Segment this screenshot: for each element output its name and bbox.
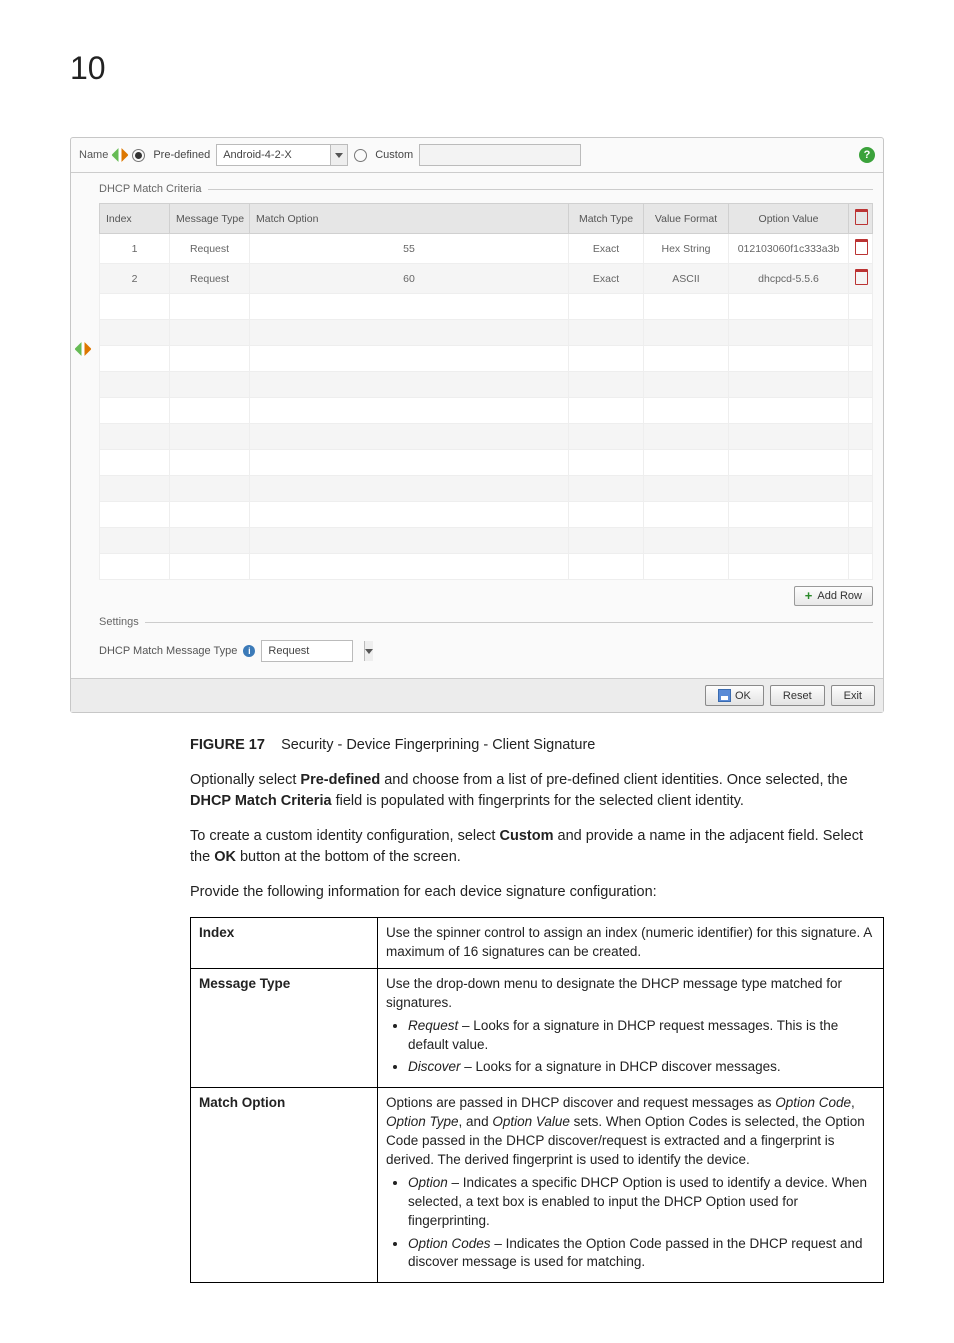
ok-button[interactable]: OK: [705, 685, 764, 706]
cell-message-type: Request: [170, 264, 250, 294]
custom-radio[interactable]: [354, 149, 367, 162]
paragraph: To create a custom identity configuratio…: [190, 826, 884, 868]
list-item: Request – Looks for a signature in DHCP …: [408, 1017, 875, 1055]
th-index[interactable]: Index: [100, 204, 170, 234]
list-item: Option – Indicates a specific DHCP Optio…: [408, 1174, 875, 1231]
pencil-icon: [112, 147, 129, 164]
exit-button[interactable]: Exit: [831, 685, 875, 706]
paragraph: Provide the following information for ea…: [190, 882, 884, 903]
chevron-down-icon: [335, 153, 343, 158]
cell-value-format: Hex String: [644, 234, 729, 264]
list-item: Option Codes – Indicates the Option Code…: [408, 1235, 875, 1273]
trash-icon: [855, 209, 868, 225]
desc-row-index: Index Use the spinner control to assign …: [191, 918, 884, 969]
figure-caption: FIGURE 17 Security - Device Fingerprinin…: [190, 735, 884, 756]
settings-field-label: DHCP Match Message Type: [99, 645, 237, 657]
th-delete[interactable]: [849, 204, 873, 234]
match-criteria-fieldset: DHCP Match Criteria Index Message Type M…: [99, 183, 873, 606]
cell-value-format: ASCII: [644, 264, 729, 294]
panel-footer: OK Reset Exit: [71, 678, 883, 712]
info-icon[interactable]: i: [243, 645, 255, 657]
chevron-down-icon: [365, 649, 373, 654]
cell-index: 1: [100, 234, 170, 264]
help-icon[interactable]: ?: [859, 147, 875, 163]
custom-input[interactable]: [419, 144, 581, 166]
table-row[interactable]: 1 Request 55 Exact Hex String 012103060f…: [100, 234, 873, 264]
dropdown-button[interactable]: [330, 145, 347, 165]
predefined-select[interactable]: Android-4-2-X: [216, 144, 348, 166]
ok-label: OK: [735, 690, 751, 702]
row-delete[interactable]: [849, 264, 873, 294]
predefined-label: Pre-defined: [153, 149, 210, 161]
cell-option-value: dhcpcd-5.5.6: [729, 264, 849, 294]
cell-match-option: 55: [250, 234, 569, 264]
dropdown-button[interactable]: [364, 641, 373, 661]
description-table: Index Use the spinner control to assign …: [190, 917, 884, 1283]
desc-row-match-option: Match Option Options are passed in DHCP …: [191, 1088, 884, 1283]
table-header-row: Index Message Type Match Option Match Ty…: [100, 204, 873, 234]
desc-value: Use the drop-down menu to designate the …: [378, 968, 884, 1087]
desc-key: Index: [191, 918, 378, 969]
th-match-option[interactable]: Match Option: [250, 204, 569, 234]
add-row-button[interactable]: + Add Row: [794, 586, 873, 606]
cell-message-type: Request: [170, 234, 250, 264]
row-delete[interactable]: [849, 234, 873, 264]
desc-value: Options are passed in DHCP discover and …: [378, 1088, 884, 1283]
desc-key: Match Option: [191, 1088, 378, 1283]
cell-match-option: 60: [250, 264, 569, 294]
predefined-radio[interactable]: [132, 149, 145, 162]
paragraph: Optionally select Pre-defined and choose…: [190, 770, 884, 812]
message-type-value: Request: [262, 645, 364, 657]
trash-icon: [855, 269, 868, 285]
th-value-format[interactable]: Value Format: [644, 204, 729, 234]
disk-icon: [718, 689, 731, 702]
criteria-table: Index Message Type Match Option Match Ty…: [99, 203, 873, 580]
figure-id: FIGURE 17: [190, 737, 265, 753]
desc-row-message-type: Message Type Use the drop-down menu to d…: [191, 968, 884, 1087]
cell-index: 2: [100, 264, 170, 294]
page-number: 10: [70, 50, 884, 87]
cell-match-type: Exact: [569, 264, 644, 294]
trash-icon: [855, 239, 868, 255]
th-option-value[interactable]: Option Value: [729, 204, 849, 234]
th-message-type[interactable]: Message Type: [170, 204, 250, 234]
name-label: Name: [79, 149, 108, 161]
add-row-label: Add Row: [817, 590, 862, 602]
custom-label: Custom: [375, 149, 413, 161]
predefined-value: Android-4-2-X: [217, 149, 330, 161]
document-body: FIGURE 17 Security - Device Fingerprinin…: [190, 735, 884, 1283]
edit-handle-icon[interactable]: [77, 343, 89, 358]
figure-text: Security - Device Fingerprining - Client…: [281, 737, 595, 753]
config-panel: Name Pre-defined Android-4-2-X Custom ? …: [70, 137, 884, 713]
match-criteria-legend: DHCP Match Criteria: [99, 183, 208, 195]
settings-legend: Settings: [99, 616, 145, 628]
reset-button[interactable]: Reset: [770, 685, 825, 706]
th-match-type[interactable]: Match Type: [569, 204, 644, 234]
table-row[interactable]: 2 Request 60 Exact ASCII dhcpcd-5.5.6: [100, 264, 873, 294]
cell-match-type: Exact: [569, 234, 644, 264]
message-type-select[interactable]: Request: [261, 640, 353, 662]
desc-key: Message Type: [191, 968, 378, 1087]
list-item: Discover – Looks for a signature in DHCP…: [408, 1058, 875, 1077]
desc-value: Use the spinner control to assign an ind…: [378, 918, 884, 969]
plus-icon: +: [805, 591, 813, 601]
panel-topbar: Name Pre-defined Android-4-2-X Custom ?: [71, 138, 883, 173]
cell-option-value: 012103060f1c333a3b: [729, 234, 849, 264]
settings-fieldset: Settings DHCP Match Message Type i Reque…: [99, 616, 873, 662]
